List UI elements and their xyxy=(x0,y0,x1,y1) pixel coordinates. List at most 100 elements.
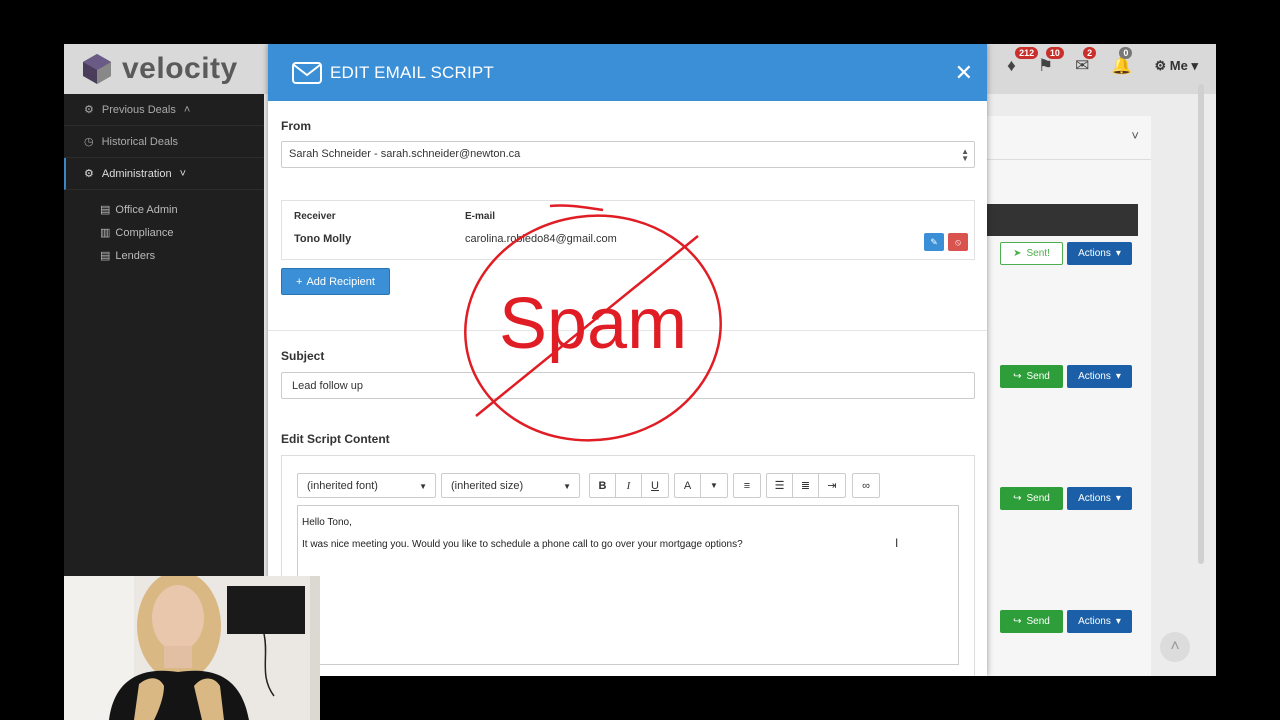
share-icon: ↪ xyxy=(1013,371,1022,382)
sidebar-item-label: Previous Deals xyxy=(101,103,176,116)
gear-icon: ⚙ xyxy=(1154,58,1167,73)
email-header: E-mail xyxy=(465,211,496,222)
font-select[interactable]: (inherited font) ▼ xyxy=(297,473,436,498)
trash-icon: ▥ xyxy=(100,227,111,239)
from-select[interactable]: Sarah Schneider - sarah.schneider@newton… xyxy=(281,141,975,168)
webcam-overlay xyxy=(64,576,320,720)
subject-input[interactable]: Lead follow up xyxy=(281,372,975,399)
align-button-group: ≡ xyxy=(733,473,761,498)
remove-recipient-button[interactable]: ⦸ xyxy=(948,233,968,251)
button-label: Actions xyxy=(1078,371,1111,382)
sidebar-item-previous-deals[interactable]: ⚙ Previous Deals ˄ xyxy=(64,94,264,126)
sidebar-subitem-label: Office Admin xyxy=(115,203,178,216)
text-color-button[interactable]: A xyxy=(675,474,701,497)
select-arrows-icon: ▲ ▼ xyxy=(961,147,969,163)
indent-icon[interactable]: ⇥ xyxy=(819,474,845,497)
button-label: Actions xyxy=(1078,616,1111,627)
caret-down-icon: ▾ xyxy=(1115,616,1121,627)
button-label: Actions xyxy=(1078,493,1111,504)
chevron-up-icon: ˄ xyxy=(1170,638,1180,655)
align-icon[interactable]: ≡ xyxy=(734,474,760,497)
color-button-group: A ▼ xyxy=(674,473,728,498)
close-icon[interactable]: ✕ xyxy=(955,60,973,86)
user-menu[interactable]: ⚙ Me ▾ xyxy=(1155,58,1198,74)
gear-icon: ⚙ xyxy=(84,168,94,180)
caret-down-icon: ▾ xyxy=(1115,493,1121,504)
caret-down-icon: ▾ xyxy=(1115,371,1121,382)
bold-button[interactable]: B xyxy=(590,474,616,497)
sent-button[interactable]: ➤ Sent! xyxy=(1000,242,1063,265)
panel-header: ˅ xyxy=(987,116,1151,160)
logo[interactable]: velocity xyxy=(82,52,238,86)
button-label: Actions xyxy=(1078,248,1111,259)
modal-title: EDIT EMAIL SCRIPT xyxy=(330,62,494,82)
notification-badge: 0 xyxy=(1119,47,1133,59)
numbered-list-icon[interactable]: ≣ xyxy=(793,474,819,497)
caret-down-icon: ▼ xyxy=(419,482,427,491)
sidebar-item-administration[interactable]: ⚙ Administration ˅ xyxy=(64,158,264,190)
sidebar-subitem-label: Compliance xyxy=(115,226,174,239)
background-content-panel: ˅ xyxy=(987,116,1151,676)
sidebar-item-historical-deals[interactable]: ◷ Historical Deals xyxy=(64,126,264,158)
sidebar-item-label: Historical Deals xyxy=(101,135,179,148)
caret-down-icon: ▾ xyxy=(1115,248,1121,259)
content-label: Edit Script Content xyxy=(281,432,390,446)
send-button[interactable]: ↪ Send xyxy=(1000,365,1063,388)
header-icons: ♦ 212 ⚑ 10 ✉ 2 🔔 0 ⚙ Me ▾ xyxy=(1007,47,1198,76)
thumbs-down-icon[interactable]: ♦ 212 xyxy=(1007,47,1039,76)
actions-button[interactable]: Actions ▾ xyxy=(1067,610,1132,633)
sidebar-subitem-office-admin[interactable]: ▤ Office Admin xyxy=(64,198,264,221)
edit-recipient-button[interactable]: ✎ xyxy=(924,233,944,251)
sidebar-subitem-compliance[interactable]: ▥ Compliance xyxy=(64,221,264,244)
ban-icon: ⦸ xyxy=(955,236,961,247)
button-label: Send xyxy=(1026,371,1050,382)
color-dropdown-icon[interactable]: ▼ xyxy=(701,474,727,497)
sidebar-item-label: Administration xyxy=(101,167,172,180)
list-button-group: ☰ ≣ ⇥ xyxy=(766,473,846,498)
actions-button[interactable]: Actions ▾ xyxy=(1067,487,1132,510)
scrollbar[interactable] xyxy=(1198,84,1204,564)
button-label: Add Recipient xyxy=(306,275,375,288)
chevron-down-icon: ˅ xyxy=(179,167,187,180)
editor-body[interactable]: Hello Tono, It was nice meeting you. Wou… xyxy=(297,505,959,665)
sidebar-subitem-lenders[interactable]: ▤ Lenders xyxy=(64,244,264,267)
building-icon: ▤ xyxy=(100,204,111,216)
scroll-to-top-button[interactable]: ˄ xyxy=(1160,632,1190,662)
user-label: Me xyxy=(1169,58,1188,73)
button-label: Send xyxy=(1026,616,1050,627)
webcam-image xyxy=(64,576,320,720)
envelope-icon[interactable]: ✉ 2 xyxy=(1075,47,1097,76)
sidebar-subitem-label: Lenders xyxy=(115,249,156,262)
modal-header: EDIT EMAIL SCRIPT ✕ xyxy=(268,44,987,101)
recipients-table: Receiver E-mail Tono Molly carolina.robl… xyxy=(281,200,975,260)
add-recipient-button[interactable]: + Add Recipient xyxy=(281,268,390,295)
pencil-icon: ✎ xyxy=(930,236,938,247)
clock-icon: ◷ xyxy=(84,136,94,148)
font-select-value: (inherited font) xyxy=(307,480,378,492)
link-icon[interactable]: ∞ xyxy=(853,474,879,497)
velocity-logo-icon xyxy=(83,54,111,84)
panel-bar xyxy=(987,204,1138,236)
notification-badge: 10 xyxy=(1045,47,1064,59)
button-label: Send xyxy=(1026,493,1050,504)
bell-icon[interactable]: 🔔 0 xyxy=(1111,47,1133,76)
caret-down-icon: ▼ xyxy=(563,482,571,491)
share-icon: ↪ xyxy=(1013,493,1022,504)
italic-button[interactable]: I xyxy=(616,474,642,497)
receiver-name: Tono Molly xyxy=(294,233,352,245)
send-button[interactable]: ↪ Send xyxy=(1000,487,1063,510)
edit-email-script-modal: EDIT EMAIL SCRIPT ✕ From Sarah Schneider… xyxy=(268,44,987,676)
link-button-group: ∞ xyxy=(852,473,880,498)
bullet-list-icon[interactable]: ☰ xyxy=(767,474,793,497)
underline-button[interactable]: U xyxy=(642,474,668,497)
receiver-header: Receiver xyxy=(294,211,336,222)
size-select[interactable]: (inherited size) ▼ xyxy=(441,473,580,498)
editor-line: Hello Tono, xyxy=(302,517,352,528)
subject-label: Subject xyxy=(281,349,325,363)
from-label: From xyxy=(281,119,311,133)
flag-icon[interactable]: ⚑ 10 xyxy=(1038,47,1064,76)
chevron-down-icon[interactable]: ˅ xyxy=(1131,128,1139,143)
actions-button[interactable]: Actions ▾ xyxy=(1067,365,1132,388)
actions-button[interactable]: Actions ▾ xyxy=(1067,242,1132,265)
send-button[interactable]: ↪ Send xyxy=(1000,610,1063,633)
